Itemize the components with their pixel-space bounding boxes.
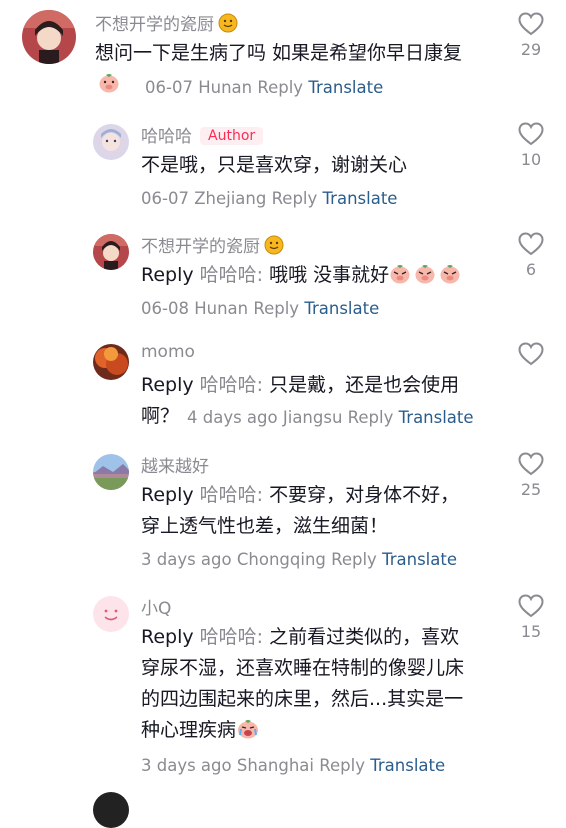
comment-meta: 3 days ago Chongqing Reply Translate: [141, 550, 457, 569]
like-button[interactable]: 25: [512, 452, 550, 499]
avatar[interactable]: [93, 234, 129, 270]
comment-text: Reply 哈哈哈: 之前看过类似的，喜欢: [141, 626, 460, 648]
reply-button[interactable]: Reply: [253, 299, 299, 318]
heart-outline-icon: [518, 12, 544, 36]
username[interactable]: 不想开学的瓷厨: [95, 15, 214, 35]
comment-text-continued: 的四边围起来的床里，然后...其实是一: [141, 688, 464, 710]
translate-button[interactable]: Translate: [323, 189, 398, 208]
comment-text-continued: 啊？: [141, 405, 180, 427]
comment-text: Reply 哈哈哈: 不要穿，对身体不好，: [141, 484, 460, 506]
comment-text: Reply 哈哈哈: 只是戴，还是也会使用: [141, 374, 460, 396]
like-count: 29: [520, 40, 542, 59]
comment-text: Reply 哈哈哈: 哦哦 没事就好: [141, 260, 511, 295]
like-button[interactable]: 29: [512, 12, 550, 59]
username[interactable]: 哈哈哈: [141, 127, 192, 147]
comment-date: 3 days ago: [141, 550, 232, 569]
comment-location: Hunan: [198, 78, 253, 97]
smiling-face-icon: [264, 235, 284, 260]
reply-prefix: Reply: [141, 374, 194, 396]
avatar[interactable]: [93, 124, 129, 160]
reply-button[interactable]: Reply: [348, 408, 394, 427]
reply-to-username[interactable]: 哈哈哈:: [200, 374, 263, 396]
like-count: 6: [525, 260, 537, 279]
comment-location: Chongqing: [236, 550, 326, 569]
like-button[interactable]: 10: [512, 122, 550, 169]
comment-meta: 3 days ago Shanghai Reply Translate: [141, 756, 445, 775]
heart-outline-icon: [518, 122, 544, 146]
heart-outline-icon: [518, 232, 544, 256]
heart-outline-icon: [518, 594, 544, 618]
comment-text-continued: 穿尿不湿，还喜欢睡在特制的像婴儿床: [141, 657, 465, 679]
smiley-avatar-icon: [93, 596, 129, 632]
avatar[interactable]: [93, 454, 129, 490]
username[interactable]: 越来越好: [141, 457, 209, 477]
comment-date: 06-07: [145, 78, 193, 97]
like-count: 25: [520, 480, 542, 499]
like-count: 15: [520, 622, 542, 641]
reply-button[interactable]: Reply: [272, 189, 318, 208]
comment-date: 06-08: [141, 299, 189, 318]
comment-text-continued: 种心理疾病: [141, 715, 511, 750]
avatar[interactable]: [93, 344, 129, 380]
comment-meta: 06-07 Hunan Reply Translate: [145, 78, 383, 97]
translate-button[interactable]: Translate: [308, 78, 383, 97]
comment-date: 3 days ago: [141, 756, 232, 775]
avatar[interactable]: [22, 10, 76, 64]
like-button[interactable]: 15: [512, 594, 550, 641]
reply-button[interactable]: Reply: [331, 550, 377, 569]
username[interactable]: momo: [141, 342, 195, 362]
comment-meta: 06-07 Zhejiang Reply Translate: [141, 189, 397, 208]
comment-location: Shanghai: [236, 756, 315, 775]
comment-text-continued: 穿上透气性也差，滋生细菌！: [141, 515, 389, 537]
like-button[interactable]: 6: [512, 232, 550, 279]
comment-date: 4 days ago: [187, 408, 278, 427]
translate-button[interactable]: Translate: [304, 299, 379, 318]
comment-location: Hunan: [194, 299, 249, 318]
crying-pig-emoji-icon: [236, 718, 260, 750]
avatar[interactable]: [93, 792, 129, 828]
smiling-face-icon: [218, 13, 238, 38]
username[interactable]: 不想开学的瓷厨: [141, 237, 260, 257]
reply-button[interactable]: Reply: [257, 78, 303, 97]
reply-to-username[interactable]: 哈哈哈:: [200, 484, 263, 506]
reply-prefix: Reply: [141, 484, 194, 506]
comment-location: Zhejiang: [194, 189, 267, 208]
reply-to-username[interactable]: 哈哈哈:: [200, 626, 263, 648]
heart-outline-icon: [518, 452, 544, 476]
comment-text: 不是哦，只是喜欢穿，谢谢关心: [141, 154, 408, 176]
like-button[interactable]: [512, 342, 550, 370]
like-count: 10: [520, 150, 542, 169]
comment-location: Jiangsu: [282, 408, 343, 427]
translate-button[interactable]: Translate: [399, 408, 474, 427]
comment-meta: 06-08 Hunan Reply Translate: [141, 299, 379, 318]
reply-prefix: Reply: [141, 626, 194, 648]
reply-button[interactable]: Reply: [319, 756, 365, 775]
translate-button[interactable]: Translate: [382, 550, 457, 569]
reply-prefix: Reply: [141, 264, 194, 286]
username[interactable]: 小Q: [141, 599, 171, 619]
translate-button[interactable]: Translate: [370, 756, 445, 775]
heart-outline-icon: [518, 342, 544, 366]
pig-face-emoji-icon: [389, 263, 463, 295]
comment-meta: 4 days ago Jiangsu Reply Translate: [187, 408, 474, 427]
avatar[interactable]: [93, 596, 129, 632]
comment-date: 06-07: [141, 189, 189, 208]
reply-to-username[interactable]: 哈哈哈:: [200, 264, 263, 286]
author-badge: Author: [200, 127, 264, 145]
pig-face-emoji-icon: [98, 72, 120, 104]
